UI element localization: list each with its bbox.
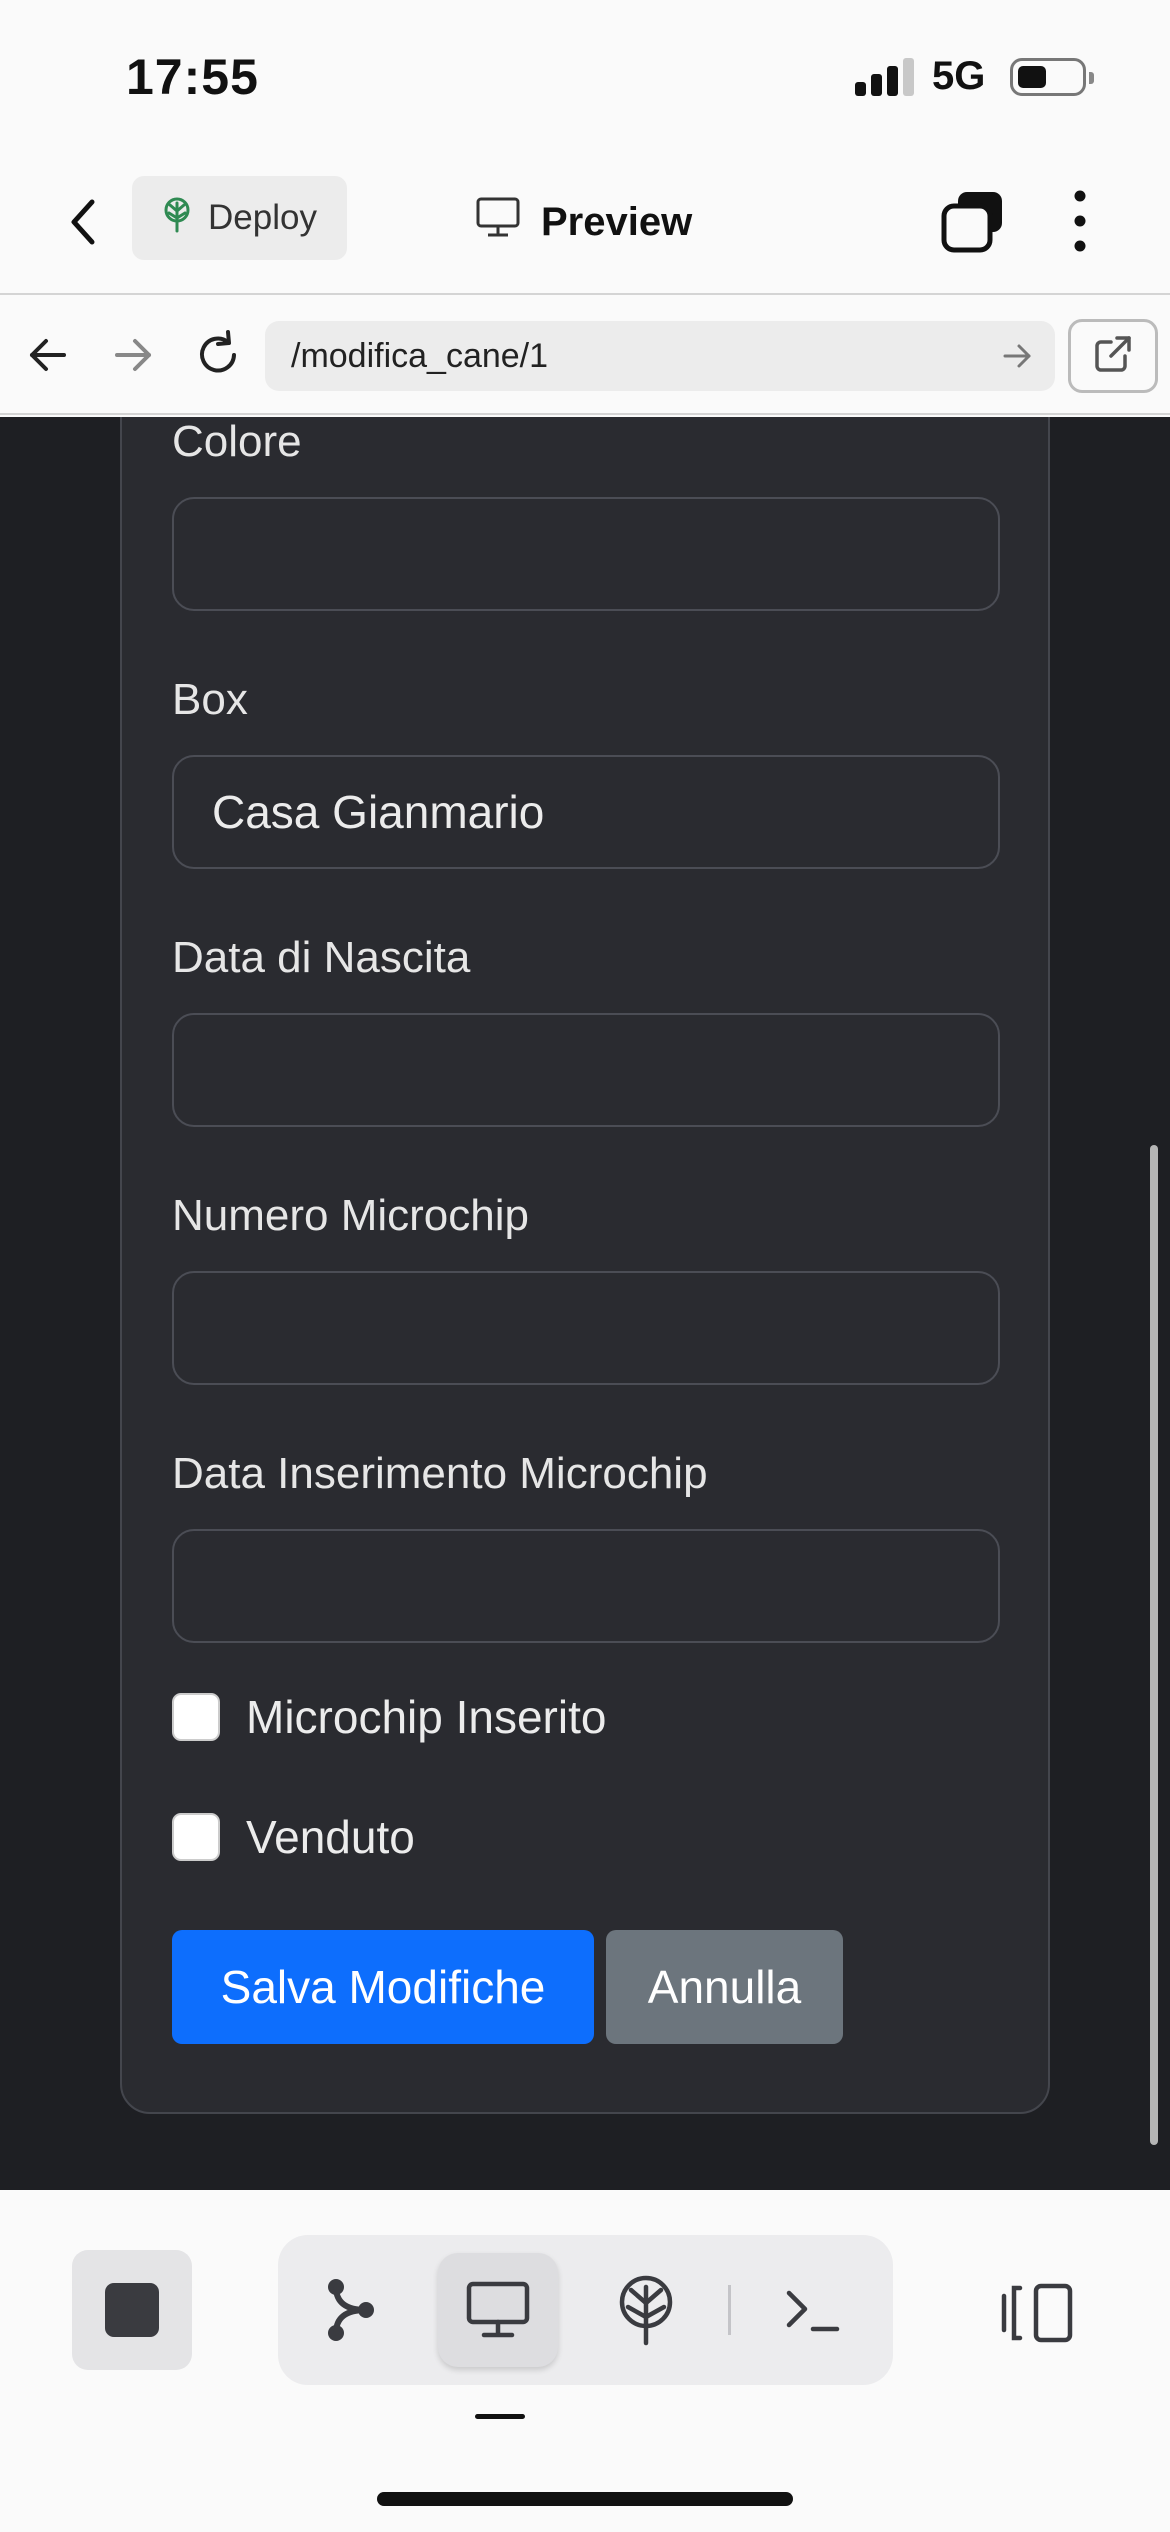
stop-button[interactable] bbox=[72, 2250, 192, 2370]
microchip-date-label: Data Inserimento Microchip bbox=[172, 1449, 708, 1498]
microchip-inserted-label: Microchip Inserito bbox=[246, 1691, 607, 1743]
sold-label: Venduto bbox=[246, 1811, 415, 1863]
deploy-icon[interactable] bbox=[586, 2253, 706, 2367]
home-indicator[interactable] bbox=[377, 2492, 793, 2506]
url-input[interactable]: /modifica_cane/1 bbox=[265, 321, 1055, 391]
status-bar: 17:55 5G bbox=[0, 0, 1170, 150]
workflow-icon[interactable] bbox=[290, 2253, 410, 2367]
signal-icon bbox=[855, 58, 915, 96]
preview-label: Preview bbox=[541, 199, 693, 244]
go-arrow-icon[interactable] bbox=[999, 338, 1035, 374]
arrow-right-icon[interactable] bbox=[105, 327, 161, 383]
birth-date-input[interactable] bbox=[172, 1013, 1000, 1127]
microchip-inserted-row[interactable]: Microchip Inserito bbox=[172, 1687, 606, 1747]
external-link-icon bbox=[1095, 336, 1131, 372]
edit-dog-form: Colore Box Casa Gianmario Data di Nascit… bbox=[120, 417, 1050, 2114]
bottom-toolbar bbox=[0, 2190, 1170, 2532]
active-tab-indicator bbox=[475, 2414, 525, 2419]
box-input[interactable]: Casa Gianmario bbox=[172, 755, 1000, 869]
preview-tab[interactable]: Preview bbox=[475, 192, 692, 252]
microchip-number-label: Numero Microchip bbox=[172, 1191, 529, 1240]
microchip-number-input[interactable] bbox=[172, 1271, 1000, 1385]
color-input[interactable] bbox=[172, 497, 1000, 611]
color-label: Colore bbox=[172, 417, 302, 466]
tool-group bbox=[278, 2235, 893, 2385]
deploy-label: Deploy bbox=[208, 198, 317, 237]
deploy-tree-icon bbox=[160, 195, 194, 242]
terminal-icon[interactable] bbox=[753, 2253, 873, 2367]
scrollbar[interactable] bbox=[1150, 1145, 1158, 2145]
back-chevron-icon[interactable] bbox=[60, 192, 110, 252]
monitor-icon bbox=[475, 196, 521, 248]
battery-icon bbox=[1010, 58, 1094, 96]
arrow-left-icon[interactable] bbox=[20, 327, 76, 383]
sold-row[interactable]: Venduto bbox=[172, 1807, 415, 1867]
toolbar-divider bbox=[728, 2285, 731, 2335]
url-text: /modifica_cane/1 bbox=[291, 336, 549, 375]
deploy-button[interactable]: Deploy bbox=[132, 176, 347, 260]
status-time: 17:55 bbox=[126, 49, 259, 105]
stop-icon bbox=[105, 2283, 159, 2337]
save-changes-button[interactable]: Salva Modifiche bbox=[172, 1930, 594, 2044]
web-content: Colore Box Casa Gianmario Data di Nascit… bbox=[0, 417, 1170, 2190]
more-vertical-icon[interactable] bbox=[1060, 186, 1100, 256]
monitor-icon[interactable] bbox=[438, 2253, 558, 2367]
box-label: Box bbox=[172, 675, 248, 724]
panel-icon[interactable] bbox=[998, 2280, 1078, 2346]
app-header: Deploy Preview bbox=[0, 150, 1170, 295]
cancel-button[interactable]: Annulla bbox=[606, 1930, 843, 2044]
microchip-date-input[interactable] bbox=[172, 1529, 1000, 1643]
sold-checkbox[interactable] bbox=[172, 1813, 220, 1861]
browser-bar: /modifica_cane/1 bbox=[0, 297, 1170, 415]
reload-icon[interactable] bbox=[190, 327, 246, 383]
microchip-inserted-checkbox[interactable] bbox=[172, 1693, 220, 1741]
network-label: 5G bbox=[932, 54, 986, 98]
tabs-icon[interactable] bbox=[940, 188, 1006, 254]
external-link-button[interactable] bbox=[1068, 319, 1158, 393]
birth-date-label: Data di Nascita bbox=[172, 933, 471, 982]
